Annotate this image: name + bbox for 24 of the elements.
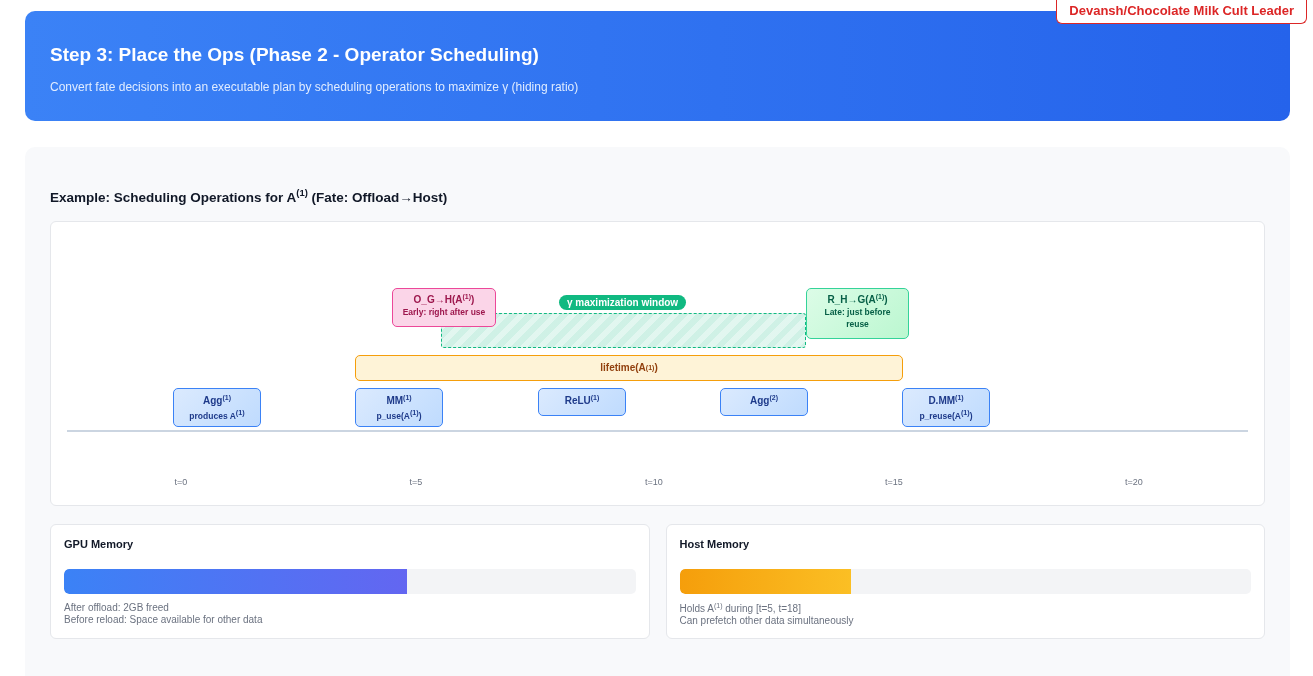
memory-note: Can prefetch other data simultaneously: [679, 615, 855, 628]
operation-box: Agg$^{(2)}$: [720, 387, 808, 416]
operation-box: ReLU$^{(1)}$: [538, 387, 626, 416]
memory-note: Holds A$^{(1)}$ during [t=5, t=18]: [679, 601, 802, 616]
operation-box: Agg$^{(1)}$ produces A$^{(1)}$: [173, 387, 261, 427]
author-badge: Devansh/Chocolate Milk Cult Leader: [1056, 0, 1307, 24]
operation-box: D.MM$^{(1)}$ p_reuse(A$^{(1)}$): [902, 387, 990, 427]
time-tick-label: t=15: [885, 476, 903, 487]
operation-box: MM$^{(1)}$ p_use(A$^{(1)}$): [355, 387, 443, 427]
memory-note: After offload: 2GB freed: [64, 601, 170, 614]
section-heading: Example: Scheduling Operations for A$^{(1)}$ (Fate: Offload→Host): [50, 187, 449, 205]
time-tick-label: t=5: [409, 476, 423, 487]
lifetime-bar: lifetime(A$^{(1)}$): [355, 354, 903, 381]
page-title: Step 3: Place the Ops (Phase 2 - Operator Scheduling): [50, 44, 540, 66]
memory-title: Host Memory: [679, 537, 751, 550]
offload-box: O_G→H(A$^{(1)}$) Early: right after use: [392, 287, 496, 327]
page-subtitle: Convert fate decisions into an executable plan by scheduling operations to maximize γ (hiding ratio): [50, 80, 580, 94]
window-label: γ maximization window: [559, 294, 687, 310]
time-tick-label: t=10: [645, 476, 663, 487]
time-tick-label: t=20: [1125, 476, 1143, 487]
time-tick-label: t=0: [174, 476, 188, 487]
memory-title: GPU Memory: [64, 537, 135, 550]
reload-box: R_H→G(A$^{(1)}$) Late: just before reuse: [806, 287, 909, 339]
memory-note: Before reload: Space available for other data: [64, 614, 264, 627]
